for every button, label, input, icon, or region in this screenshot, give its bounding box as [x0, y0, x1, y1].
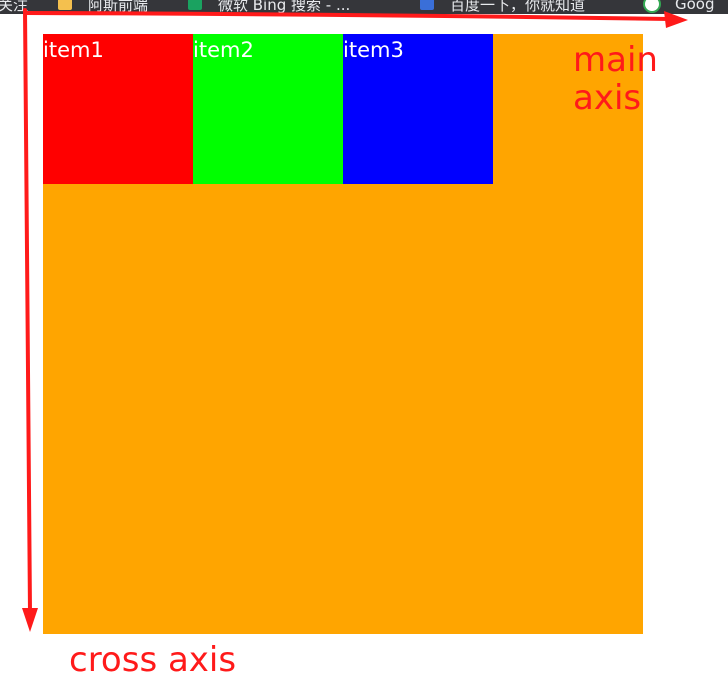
main-axis-label-line2: axis	[573, 78, 642, 118]
bookmark-label: 关注	[0, 0, 29, 14]
flex-item-2: item2	[193, 34, 343, 184]
flex-item-1: item1	[43, 34, 193, 184]
main-axis-label: main axis	[573, 41, 683, 117]
flex-item-3: item3	[343, 34, 493, 184]
cross-axis-label: cross axis	[69, 640, 237, 680]
flex-container: item1 item2 item3	[43, 34, 643, 634]
bookmark-item-baidu[interactable]: 百度一下，你就知道	[420, 0, 585, 14]
bookmark-label: 阿斯前端	[88, 0, 149, 14]
baidu-icon	[420, 0, 434, 10]
cross-axis-arrow	[22, 8, 38, 632]
bookmark-item-follow[interactable]: 关注	[0, 0, 28, 14]
bookmark-label: 微软 Bing 搜索 - ...	[218, 0, 351, 14]
bookmark-label: 百度一下，你就知道	[450, 0, 586, 14]
main-axis-label-line1: main	[573, 40, 658, 80]
bookmark-item-folder[interactable]: 阿斯前端	[58, 0, 148, 14]
item-label: item1	[43, 38, 104, 62]
item-label: item2	[193, 38, 254, 62]
bookmark-label: Goog	[675, 0, 715, 13]
bing-icon	[188, 0, 202, 10]
bookmark-item-google[interactable]: Goog	[643, 0, 715, 14]
folder-icon	[58, 0, 72, 10]
bookmark-item-bing[interactable]: 微软 Bing 搜索 - ...	[188, 0, 350, 14]
google-icon	[643, 0, 661, 13]
bookmarks-bar: 关注 阿斯前端 微软 Bing 搜索 - ... 百度一下，你就知道 Goog	[0, 0, 728, 14]
item-label: item3	[343, 38, 404, 62]
